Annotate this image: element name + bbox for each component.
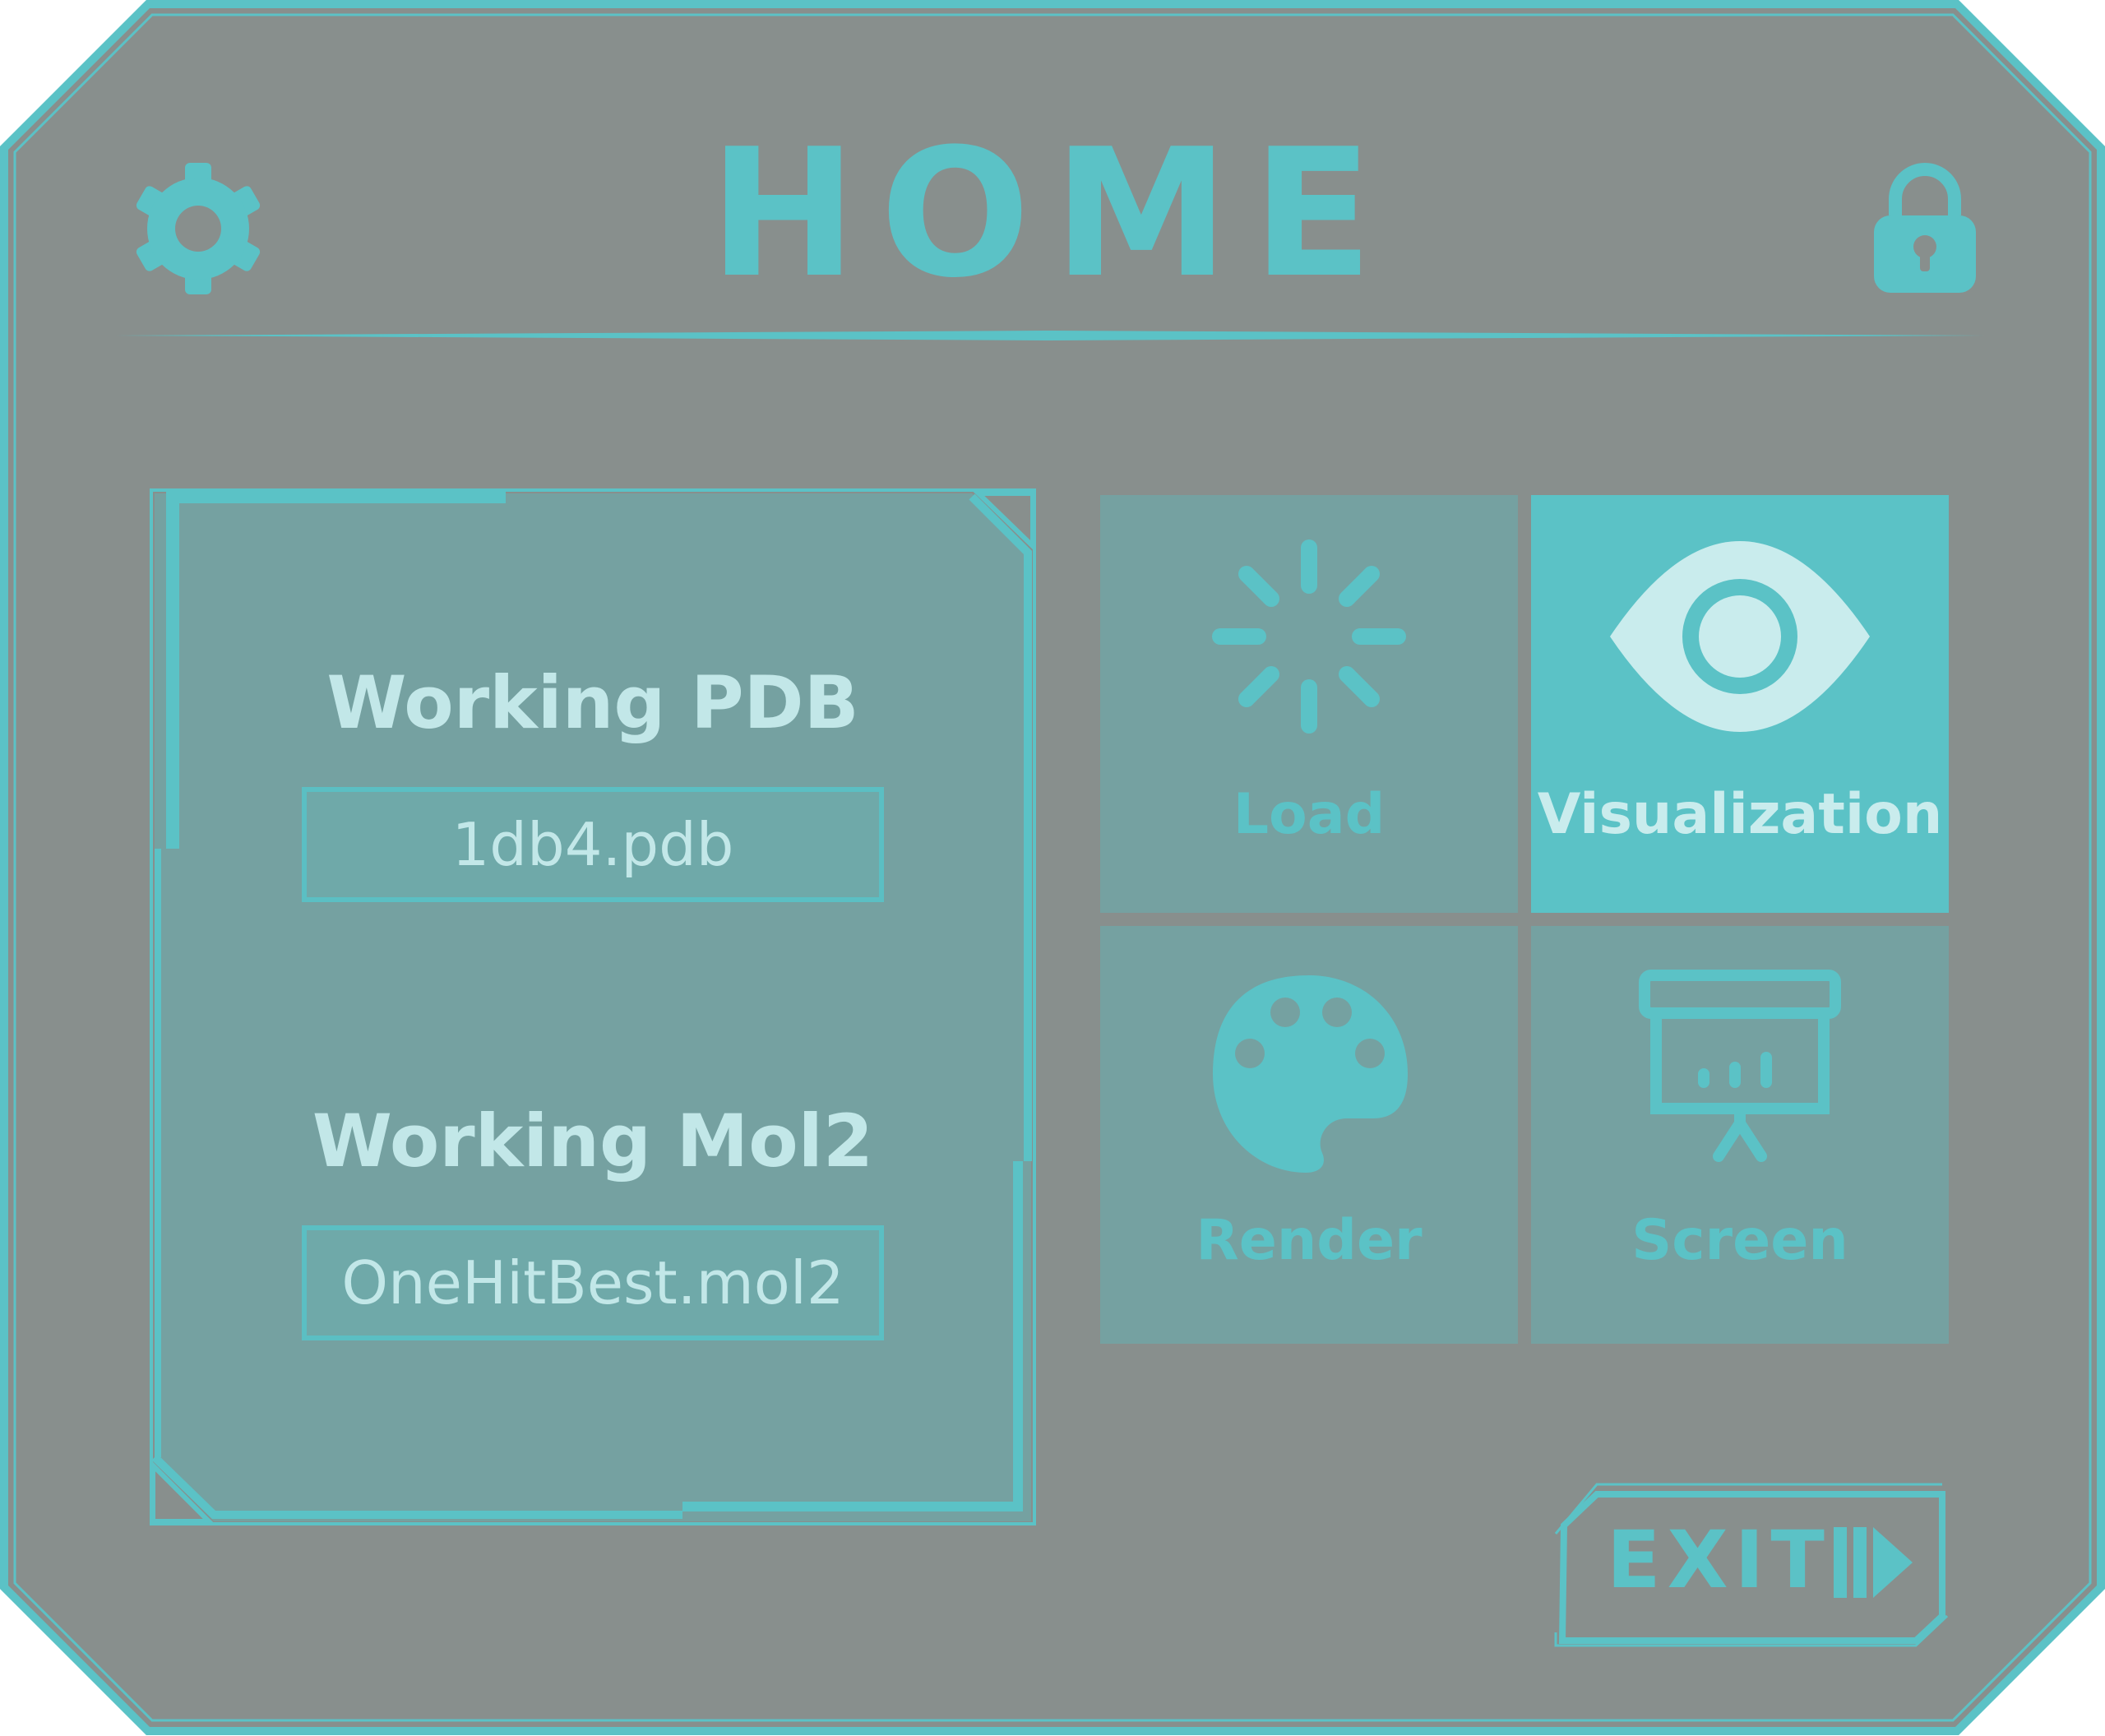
screen-label: Screen [1631, 1208, 1848, 1273]
screen-button[interactable]: Screen [1531, 926, 1949, 1344]
load-label: Load [1233, 782, 1386, 847]
exit-arrow-icon [1834, 1527, 1913, 1598]
visualization-label: Visualization [1537, 782, 1943, 847]
exit-button[interactable]: EXIT [1554, 1476, 1949, 1649]
render-label: Render [1196, 1208, 1423, 1273]
settings-button[interactable] [128, 163, 268, 294]
working-files-panel [150, 488, 1036, 1525]
visualization-button[interactable]: Visualization [1531, 495, 1949, 913]
working-mol2-field[interactable]: OneHitBest.mol2 [302, 1225, 884, 1340]
exit-label: EXIT [1607, 1514, 1831, 1606]
presentation-chart-icon [1639, 970, 1841, 1162]
lock-button[interactable] [1871, 158, 1979, 294]
working-pdb-field[interactable]: 1db4.pdb [302, 787, 884, 902]
gear-icon [136, 163, 261, 294]
palette-icon [1213, 975, 1408, 1173]
page-title: HOME [709, 110, 1396, 317]
render-button[interactable]: Render [1100, 926, 1518, 1344]
working-pdb-label: Working PDB [326, 660, 859, 745]
working-mol2-label: Working Mol2 [312, 1099, 874, 1183]
load-button[interactable]: Load [1100, 495, 1518, 913]
lock-icon [1874, 163, 1976, 293]
